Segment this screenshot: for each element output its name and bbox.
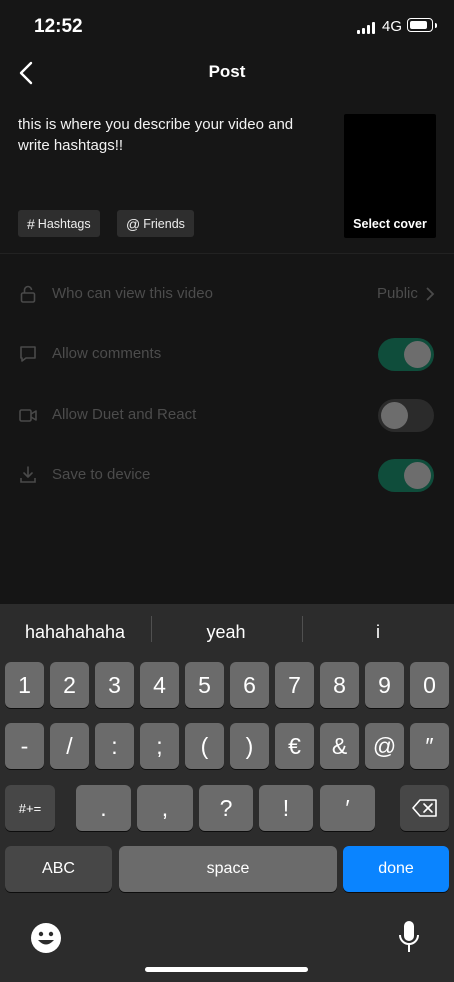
- key[interactable]: €: [275, 723, 314, 769]
- allow-comments-toggle[interactable]: [378, 338, 434, 371]
- microphone-icon[interactable]: [398, 920, 420, 954]
- key[interactable]: ): [230, 723, 269, 769]
- key[interactable]: ;: [140, 723, 179, 769]
- allow-duet-toggle[interactable]: [378, 399, 434, 432]
- signal-icon: [357, 22, 377, 34]
- key[interactable]: &: [320, 723, 359, 769]
- key[interactable]: 2: [50, 662, 89, 708]
- save-device-toggle[interactable]: [378, 459, 434, 492]
- key[interactable]: 1: [5, 662, 44, 708]
- emoji-icon[interactable]: [30, 922, 62, 954]
- key[interactable]: 8: [320, 662, 359, 708]
- abc-key[interactable]: ABC: [5, 846, 112, 892]
- key[interactable]: ,: [137, 785, 193, 831]
- suggestion-bar: hahahahaha yeah i: [0, 604, 454, 656]
- at-icon: @: [126, 215, 141, 232]
- key[interactable]: ?: [199, 785, 253, 831]
- hashtags-label: Hashtags: [37, 216, 91, 231]
- key[interactable]: ″: [410, 723, 449, 769]
- key[interactable]: 0: [410, 662, 449, 708]
- who-can-view-label: Who can view this video: [52, 285, 213, 302]
- backspace-key[interactable]: [400, 785, 449, 831]
- description-input[interactable]: this is where you describe your video an…: [18, 114, 328, 156]
- allow-duet-label: Allow Duet and React: [52, 406, 197, 423]
- save-device-row: Save to device: [0, 455, 454, 495]
- key[interactable]: @: [365, 723, 404, 769]
- friends-button[interactable]: @ Friends: [117, 210, 194, 237]
- select-cover-label[interactable]: Select cover: [344, 217, 436, 231]
- allow-duet-row: Allow Duet and React: [0, 395, 454, 435]
- key[interactable]: 7: [275, 662, 314, 708]
- done-key[interactable]: done: [343, 846, 449, 892]
- privacy-value: Public: [377, 285, 418, 302]
- battery-cap: [435, 23, 437, 28]
- space-key[interactable]: space: [119, 846, 337, 892]
- key[interactable]: 6: [230, 662, 269, 708]
- download-icon: [20, 466, 36, 483]
- backspace-icon: [411, 799, 437, 817]
- network-type: 4G: [382, 18, 403, 35]
- lock-icon: [20, 285, 36, 303]
- key[interactable]: 5: [185, 662, 224, 708]
- battery-icon: [407, 18, 433, 32]
- key[interactable]: .: [76, 785, 131, 831]
- key[interactable]: :: [95, 723, 134, 769]
- duet-icon: [19, 409, 37, 422]
- suggestion-3[interactable]: i: [303, 622, 453, 643]
- key[interactable]: -: [5, 723, 44, 769]
- allow-comments-label: Allow comments: [52, 345, 162, 362]
- suggestion-2[interactable]: yeah: [151, 622, 301, 643]
- chevron-right-icon: [426, 287, 435, 301]
- key[interactable]: 9: [365, 662, 404, 708]
- friends-label: Friends: [143, 216, 185, 231]
- allow-comments-row: Allow comments: [0, 334, 454, 374]
- hashtag-icon: #: [27, 215, 35, 232]
- comment-icon: [20, 346, 36, 362]
- hashtags-button[interactable]: # Hashtags: [18, 210, 100, 237]
- save-device-label: Save to device: [52, 466, 151, 483]
- suggestion-1[interactable]: hahahahaha: [0, 622, 150, 643]
- home-indicator: [145, 967, 308, 972]
- key[interactable]: !: [259, 785, 313, 831]
- key[interactable]: /: [50, 723, 89, 769]
- symbols-key[interactable]: #+=: [5, 785, 55, 831]
- key[interactable]: 4: [140, 662, 179, 708]
- key[interactable]: 3: [95, 662, 134, 708]
- status-time: 12:52: [34, 16, 83, 37]
- key[interactable]: ′: [320, 785, 375, 831]
- key[interactable]: (: [185, 723, 224, 769]
- page-title: Post: [208, 62, 246, 81]
- who-can-view-row[interactable]: Who can view this video Public: [0, 274, 454, 314]
